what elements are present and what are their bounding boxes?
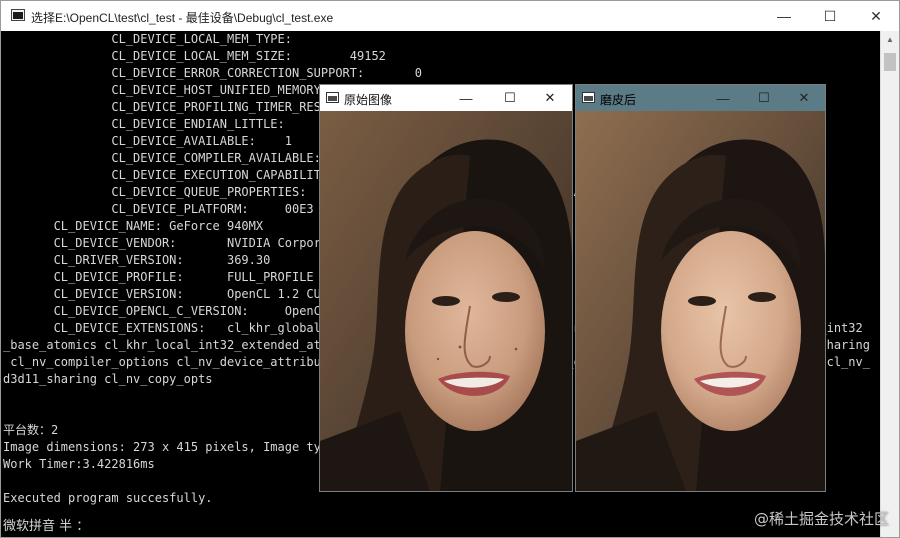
original-image-titlebar[interactable]: 原始图像 — ☐ ✕: [320, 85, 572, 111]
watermark: @稀土掘金技术社区: [753, 510, 889, 528]
smoothed-image-window[interactable]: 磨皮后 — ☐ ✕: [575, 84, 826, 492]
console-title: 选择E:\OpenCL\test\cl_test - 最佳设备\Debug\cl…: [31, 11, 334, 25]
maximize-button[interactable]: ☐: [488, 85, 532, 111]
original-portrait-image: [320, 111, 572, 491]
vertical-scrollbar[interactable]: ▲: [880, 31, 899, 537]
original-image-window[interactable]: 原始图像 — ☐ ✕: [319, 84, 573, 492]
scroll-thumb[interactable]: [884, 53, 896, 71]
console-titlebar[interactable]: 选择E:\OpenCL\test\cl_test - 最佳设备\Debug\cl…: [1, 1, 899, 31]
maximize-button[interactable]: ☐: [742, 85, 786, 111]
opencv-window-icon: [326, 92, 339, 103]
maximize-button[interactable]: ☐: [807, 1, 853, 31]
console-app-icon: [11, 9, 25, 21]
minimize-button[interactable]: —: [761, 1, 807, 31]
opencv-window-icon: [582, 92, 595, 103]
scroll-up-arrow-icon[interactable]: ▲: [881, 31, 899, 48]
original-image-title: 原始图像: [344, 93, 393, 107]
close-button[interactable]: ✕: [528, 85, 572, 111]
smoothed-portrait-image: [576, 111, 825, 491]
minimize-button[interactable]: —: [701, 85, 745, 111]
minimize-button[interactable]: —: [444, 85, 488, 111]
smoothed-image-titlebar[interactable]: 磨皮后 — ☐ ✕: [576, 85, 825, 111]
close-button[interactable]: ✕: [853, 1, 899, 31]
smoothed-image-title: 磨皮后: [600, 93, 637, 107]
close-button[interactable]: ✕: [782, 85, 825, 111]
ime-status: 微软拼音 半 ：: [3, 519, 90, 534]
